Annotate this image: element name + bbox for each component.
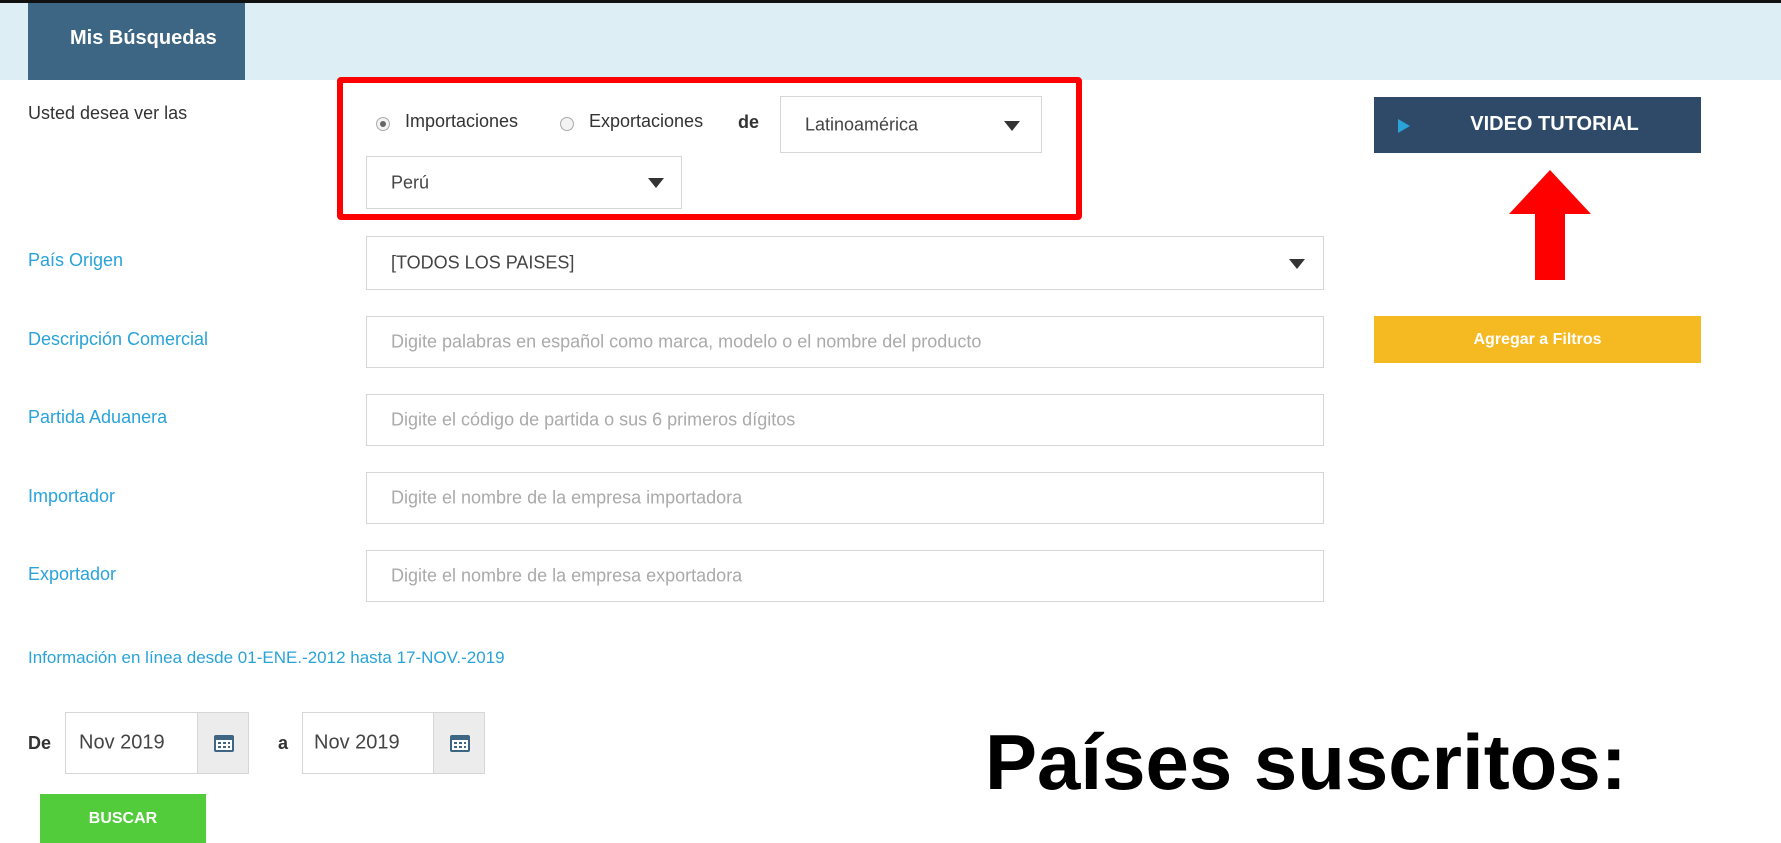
exportador-label: Exportador bbox=[28, 564, 117, 584]
video-tutorial-label: VIDEO TUTORIAL bbox=[1470, 113, 1639, 135]
exportador-placeholder: Digite el nombre de la empresa exportado… bbox=[391, 565, 743, 586]
exportador-input[interactable]: Digite el nombre de la empresa exportado… bbox=[366, 550, 1324, 602]
video-tutorial-button[interactable]: VIDEO TUTORIAL bbox=[1374, 97, 1701, 153]
partida-input[interactable]: Digite el código de partida o sus 6 prim… bbox=[366, 394, 1324, 446]
tab-bar bbox=[0, 3, 1781, 80]
highlight-box bbox=[337, 77, 1082, 220]
tab-mis-busquedas[interactable]: Mis Búsquedas bbox=[28, 3, 245, 80]
calendar-icon bbox=[450, 735, 470, 752]
tab-label: Mis Búsquedas bbox=[70, 27, 217, 49]
trade-prompt-label: Usted desea ver las bbox=[28, 103, 188, 123]
descripcion-input[interactable]: Digite palabras en español como marca, m… bbox=[366, 316, 1324, 368]
importador-placeholder: Digite el nombre de la empresa importado… bbox=[391, 487, 743, 508]
date-from-input[interactable]: Nov 2019 bbox=[65, 712, 198, 774]
date-to-value: Nov 2019 bbox=[314, 731, 400, 754]
importador-input[interactable]: Digite el nombre de la empresa importado… bbox=[366, 472, 1324, 524]
descripcion-placeholder: Digite palabras en español como marca, m… bbox=[391, 331, 982, 352]
importador-label: Importador bbox=[28, 486, 116, 506]
pais-origen-select[interactable]: [TODOS LOS PAISES] bbox=[366, 236, 1324, 290]
pais-origen-value: [TODOS LOS PAISES] bbox=[391, 252, 575, 273]
paises-suscritos-annotation: Países suscritos: bbox=[985, 718, 1627, 806]
date-to-label: a bbox=[278, 733, 289, 753]
descripcion-label: Descripción Comercial bbox=[28, 329, 209, 349]
calendar-icon bbox=[214, 735, 234, 752]
pais-origen-label: País Origen bbox=[28, 250, 124, 270]
partida-label: Partida Aduanera bbox=[28, 407, 168, 427]
agregar-filtros-button[interactable]: Agregar a Filtros bbox=[1374, 316, 1701, 363]
date-to-calendar-button[interactable] bbox=[433, 712, 485, 774]
date-from-value: Nov 2019 bbox=[79, 731, 165, 754]
caret-down-icon bbox=[1289, 259, 1305, 269]
date-from-calendar-button[interactable] bbox=[197, 712, 249, 774]
up-arrow-icon bbox=[1509, 170, 1591, 280]
date-to-input[interactable]: Nov 2019 bbox=[302, 712, 434, 774]
date-from-label: De bbox=[28, 733, 52, 753]
buscar-button[interactable]: BUSCAR bbox=[40, 794, 206, 843]
partida-placeholder: Digite el código de partida o sus 6 prim… bbox=[391, 409, 796, 430]
info-range-text: Información en línea desde 01-ENE.-2012 … bbox=[28, 648, 505, 667]
